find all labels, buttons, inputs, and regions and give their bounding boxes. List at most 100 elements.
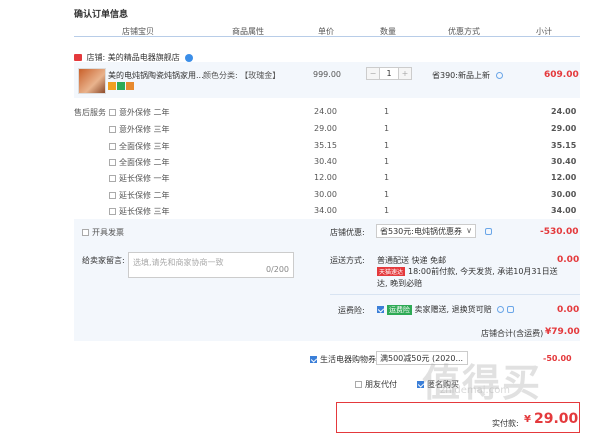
service-checkbox[interactable] — [109, 143, 116, 150]
service-option[interactable]: 全面保修 二年 — [109, 157, 170, 168]
insurance-amount: 0.00 — [557, 305, 580, 315]
service-option[interactable]: 延长保修 一年 — [109, 173, 170, 184]
credit-card-icon — [126, 82, 134, 90]
store-icon — [74, 54, 82, 61]
insurance-checkbox[interactable] — [377, 306, 384, 313]
coupon-info-icon[interactable] — [485, 228, 492, 235]
service-price: 34.00 — [314, 206, 337, 215]
product-subtotal: 609.00 — [544, 70, 579, 80]
service-qty: 1 — [384, 190, 390, 199]
service-subtotal: 30.00 — [551, 190, 577, 199]
service-option[interactable]: 全面保修 三年 — [109, 141, 170, 152]
service-option[interactable]: 延长保修 三年 — [109, 206, 170, 217]
invoice-checkbox[interactable] — [82, 229, 89, 236]
message-textarea[interactable]: 选填,请先和商家协商一致 0/200 — [128, 252, 294, 278]
invoice-checkbox-row[interactable]: 开具发票 — [82, 227, 124, 238]
store-name-link[interactable]: 美的精品电器旗舰店 — [108, 53, 180, 62]
service-subtotal: 34.00 — [551, 206, 577, 215]
product-thumbnail[interactable] — [78, 68, 106, 94]
seven-day-return-icon — [117, 82, 125, 90]
product-discount: 省390:新品上新 — [432, 70, 503, 81]
store-total-label: 店铺合计(含运费) — [481, 329, 544, 338]
page-title: 确认订单信息 — [74, 10, 129, 20]
insurance-badge: 运费险 — [387, 305, 412, 315]
qty-input[interactable]: 1 — [379, 68, 399, 79]
store-coupon-label: 店铺优惠: — [330, 228, 365, 237]
shipping-label: 运送方式: — [330, 256, 365, 265]
service-checkbox[interactable] — [109, 175, 116, 182]
tmall-express-badge: 天猫速达 — [377, 267, 406, 276]
watermark-logo: 值得买 — [422, 361, 543, 405]
discount-info-icon[interactable] — [495, 72, 503, 79]
service-checkbox[interactable] — [109, 159, 116, 166]
friend-pay-checkbox[interactable] — [355, 381, 362, 388]
service-checkbox[interactable] — [109, 192, 116, 199]
service-option[interactable]: 意外保修 二年 — [109, 107, 170, 118]
shipping-amount: 0.00 — [557, 255, 580, 265]
platform-coupon-amount: -50.00 — [543, 354, 572, 363]
service-price: 29.00 — [314, 124, 337, 133]
chat-icon[interactable] — [185, 53, 194, 62]
message-placeholder: 选填,请先和商家协商一致 — [133, 258, 224, 267]
product-attribute: 颜色分类: 【玫瑰金】 — [203, 71, 281, 80]
service-price: 30.40 — [314, 157, 337, 166]
service-name: 意外保修 二年 — [119, 108, 170, 117]
pay-label: 实付款: — [492, 419, 519, 428]
service-qty: 1 — [384, 157, 390, 166]
platform-coupon-row[interactable]: 生活电器购物券 — [310, 354, 376, 365]
service-subtotal: 12.00 — [551, 173, 577, 182]
friend-pay-label: 朋友代付 — [365, 380, 397, 389]
service-checkbox[interactable] — [109, 126, 116, 133]
service-price: 30.00 — [314, 190, 337, 199]
message-char-count: 0/200 — [265, 265, 289, 274]
insurance-row: 运费险 卖家赠送, 退换货可赔 — [377, 304, 515, 315]
shipping-promise-text: 18:00前付款, 今天发货, 承诺10月31日送 — [408, 267, 558, 276]
service-qty: 1 — [384, 124, 390, 133]
pay-amount: 29.00 — [534, 411, 579, 427]
friend-pay-row[interactable]: 朋友代付 — [355, 379, 397, 390]
qty-plus-button[interactable]: + — [399, 68, 411, 79]
service-name: 延长保修 一年 — [119, 174, 170, 183]
insurance-help-icon[interactable] — [497, 306, 505, 313]
shipping-promise-cont: 达, 晚到必赔 — [377, 279, 423, 288]
service-qty: 1 — [384, 206, 390, 215]
service-price: 12.00 — [314, 173, 337, 182]
invoice-section — [74, 219, 580, 245]
shipping-promise: 天猫速达 18:00前付款, 今天发货, 承诺10月31日送 — [377, 266, 558, 277]
product-price: 999.00 — [313, 70, 341, 79]
services-label: 售后服务 — [74, 108, 106, 117]
service-checkbox[interactable] — [109, 208, 116, 215]
service-subtotal: 35.15 — [551, 141, 577, 150]
service-name: 延长保修 三年 — [119, 207, 170, 216]
platform-coupon-label: 生活电器购物券 — [320, 355, 376, 364]
service-qty: 1 — [384, 141, 390, 150]
store-coupon-select[interactable]: 省530元:电炖锅优惠券 ∨ — [376, 224, 476, 238]
insurance-chat-icon[interactable] — [507, 306, 515, 313]
product-name-link[interactable]: 美的电炖锅陶瓷炖锅家用... — [108, 70, 204, 81]
service-option[interactable]: 延长保修 二年 — [109, 190, 170, 201]
pay-currency: ¥ — [524, 414, 531, 425]
product-tags — [108, 82, 135, 92]
service-price: 35.15 — [314, 141, 337, 150]
insurance-label: 运费险: — [338, 306, 365, 315]
service-name: 延长保修 二年 — [119, 191, 170, 200]
watermark-url: zhidemai.com — [440, 385, 511, 396]
service-subtotal: 24.00 — [551, 107, 577, 116]
chevron-down-icon: ∨ — [466, 226, 472, 235]
service-option[interactable]: 意外保修 三年 — [109, 124, 170, 135]
quantity-stepper[interactable]: − 1 + — [366, 67, 412, 80]
shipping-divider — [330, 294, 580, 295]
service-qty: 1 — [384, 107, 390, 116]
store-coupon-value: 省530元:电炖锅优惠券 — [380, 227, 462, 236]
service-name: 全面保修 二年 — [119, 158, 170, 167]
guarantee-icon — [108, 82, 116, 90]
service-price: 24.00 — [314, 107, 337, 116]
platform-coupon-checkbox[interactable] — [310, 356, 317, 363]
store-label: 店铺: — [86, 53, 106, 62]
qty-minus-button[interactable]: − — [367, 68, 379, 79]
invoice-label: 开具发票 — [92, 228, 124, 237]
message-label: 给卖家留言: — [82, 256, 125, 265]
service-subtotal: 30.40 — [551, 157, 577, 166]
service-checkbox[interactable] — [109, 109, 116, 116]
service-qty: 1 — [384, 173, 390, 182]
